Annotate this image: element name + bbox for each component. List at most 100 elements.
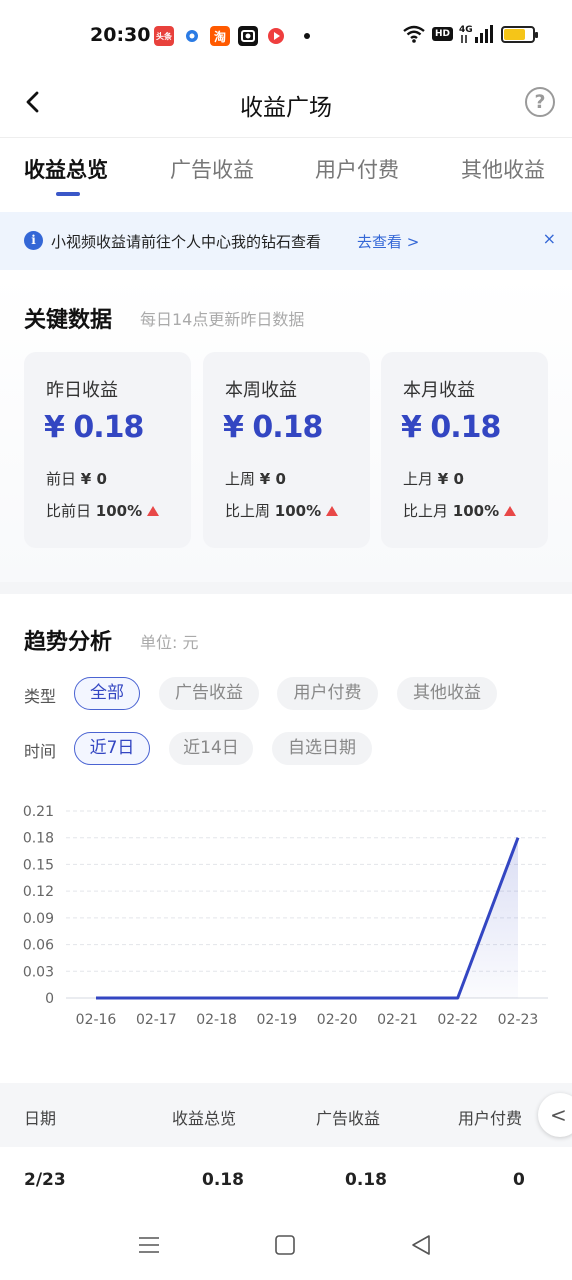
y-tick-label: 0.09 (23, 911, 54, 927)
card-compare: 比前日 100% (46, 500, 160, 521)
red-app-icon (266, 26, 286, 46)
wifi-icon (403, 25, 425, 43)
card-prev-value: ¥ 0 (259, 470, 286, 488)
month-revenue-card[interactable]: 本月收益 ¥ 0.18 上月 ¥ 0 比上月 100% (381, 352, 548, 548)
chip-type-ad[interactable]: 广告收益 (159, 677, 259, 710)
taobao-app-icon: 淘 (210, 26, 230, 46)
card-compare: 比上月 100% (403, 500, 517, 521)
battery-icon (500, 25, 538, 43)
card-value: ¥ 0.18 (223, 410, 323, 445)
up-triangle-icon (326, 506, 339, 516)
table-cell-ad-revenue: 0.18 (345, 1170, 387, 1190)
toutiao-app-icon: 头条 (154, 26, 174, 46)
system-nav-bar (0, 1220, 572, 1280)
card-compare: 比上周 100% (225, 500, 339, 521)
chevron-left-icon: < (550, 1103, 567, 1127)
tab-overview[interactable]: 收益总览 (24, 154, 108, 184)
tab-user-payment[interactable]: 用户付费 (315, 154, 399, 184)
th-ad-revenue: 广告收益 (316, 1109, 381, 1128)
help-icon[interactable]: ? (525, 87, 555, 117)
x-tick-label: 02-19 (257, 1012, 298, 1028)
th-user-payment: 用户付费 (458, 1109, 523, 1128)
x-tick-label: 02-18 (196, 1012, 237, 1028)
card-prev: 上月 ¥ 0 (403, 468, 464, 489)
table-scroll-button[interactable]: < (538, 1093, 572, 1137)
trend-line-chart[interactable]: 0.21 0.18 0.15 0.12 0.09 0.06 0.03 0 02-16 02-17 0… (0, 792, 572, 1042)
x-tick-label: 02-23 (498, 1012, 539, 1028)
trend-unit: 单位: 元 (140, 633, 199, 652)
info-icon: i (24, 231, 43, 250)
y-tick-label: 0.12 (23, 884, 54, 900)
card-label: 本周收益 (225, 380, 297, 401)
title-bar: 收益广场 ? (0, 72, 572, 138)
status-app-icons: 头条 淘 (154, 26, 310, 46)
key-data-subtitle: 每日14点更新昨日数据 (140, 310, 305, 329)
card-cmp-label: 比上周 (225, 502, 271, 520)
signal-label: 4G (459, 25, 473, 35)
chip-time-14d[interactable]: 近14日 (169, 732, 253, 765)
chip-type-user-payment[interactable]: 用户付费 (277, 677, 378, 710)
x-tick-label: 02-22 (437, 1012, 478, 1028)
section-divider (0, 582, 572, 594)
blue-dot-app-icon (182, 26, 202, 46)
status-bar: 20:30 头条 淘 HD 4G (0, 0, 572, 72)
card-cmp-value: 100% (274, 502, 322, 520)
card-value: ¥ 0.18 (44, 410, 144, 445)
card-label: 昨日收益 (46, 380, 118, 401)
card-cmp-label: 比上月 (403, 502, 449, 520)
notice-banner: i 小视频收益请前往个人中心我的钻石查看 去查看 > × (0, 212, 572, 270)
card-cmp-label: 比前日 (46, 502, 92, 520)
table-header: 日期 收益总览 广告收益 用户付费 < (0, 1083, 572, 1147)
card-prev-value: ¥ 0 (437, 470, 464, 488)
trend-title: 趋势分析 (24, 630, 113, 655)
chip-time-7d[interactable]: 近7日 (74, 732, 150, 765)
card-prev-label: 上月 (403, 470, 434, 488)
key-data-section: 关键数据 每日14点更新昨日数据 昨日收益 ¥ 0.18 前日 ¥ 0 比前日 … (0, 272, 572, 582)
close-icon[interactable]: × (543, 229, 556, 248)
y-tick-label: 0.03 (23, 964, 54, 980)
x-tick-label: 02-20 (317, 1012, 358, 1028)
card-prev: 上周 ¥ 0 (225, 468, 286, 489)
home-icon[interactable] (275, 1235, 295, 1255)
signal-icon: 4G (459, 25, 495, 43)
table-cell-date: 2/23 (24, 1170, 66, 1190)
status-time: 20:30 (90, 24, 151, 46)
card-prev: 前日 ¥ 0 (46, 468, 107, 489)
more-dot-icon (304, 33, 310, 39)
page-title: 收益广场 (240, 95, 332, 121)
week-revenue-card[interactable]: 本周收益 ¥ 0.18 上周 ¥ 0 比上周 100% (203, 352, 370, 548)
up-triangle-icon (504, 506, 517, 516)
notice-text: 小视频收益请前往个人中心我的钻石查看 (51, 233, 322, 251)
tab-bar: 收益总览 广告收益 用户付费 其他收益 (0, 140, 572, 200)
hd-badge: HD (432, 27, 454, 41)
y-tick-label: 0.06 (23, 938, 54, 954)
card-prev-label: 前日 (46, 470, 77, 488)
status-indicators: HD 4G (402, 24, 538, 44)
up-triangle-icon (147, 506, 160, 516)
notice-view-link[interactable]: 去查看 > (357, 231, 419, 252)
chip-time-custom[interactable]: 自选日期 (272, 732, 372, 765)
chip-type-other[interactable]: 其他收益 (397, 677, 497, 710)
time-label: 时间 (24, 742, 57, 761)
camera-app-icon (238, 26, 258, 46)
active-tab-indicator (56, 192, 80, 196)
y-tick-label: 0.15 (23, 857, 54, 873)
th-overview: 收益总览 (172, 1109, 237, 1128)
tab-ad-revenue[interactable]: 广告收益 (170, 154, 254, 184)
x-tick-label: 02-21 (377, 1012, 418, 1028)
x-tick-label: 02-16 (76, 1012, 117, 1028)
menu-icon[interactable] (138, 1234, 160, 1256)
card-cmp-value: 100% (452, 502, 500, 520)
chip-type-all[interactable]: 全部 (74, 677, 140, 710)
table-cell-user-payment: 0 (513, 1170, 525, 1190)
x-tick-label: 02-17 (136, 1012, 177, 1028)
yesterday-revenue-card[interactable]: 昨日收益 ¥ 0.18 前日 ¥ 0 比前日 100% (24, 352, 191, 548)
card-label: 本月收益 (403, 380, 475, 401)
tab-other-revenue[interactable]: 其他收益 (461, 154, 545, 184)
card-prev-label: 上周 (225, 470, 256, 488)
card-cmp-value: 100% (95, 502, 143, 520)
y-tick-label: 0.18 (23, 831, 54, 847)
back-triangle-icon[interactable] (411, 1234, 431, 1256)
th-date: 日期 (24, 1109, 57, 1128)
y-tick-label: 0.21 (23, 804, 54, 820)
